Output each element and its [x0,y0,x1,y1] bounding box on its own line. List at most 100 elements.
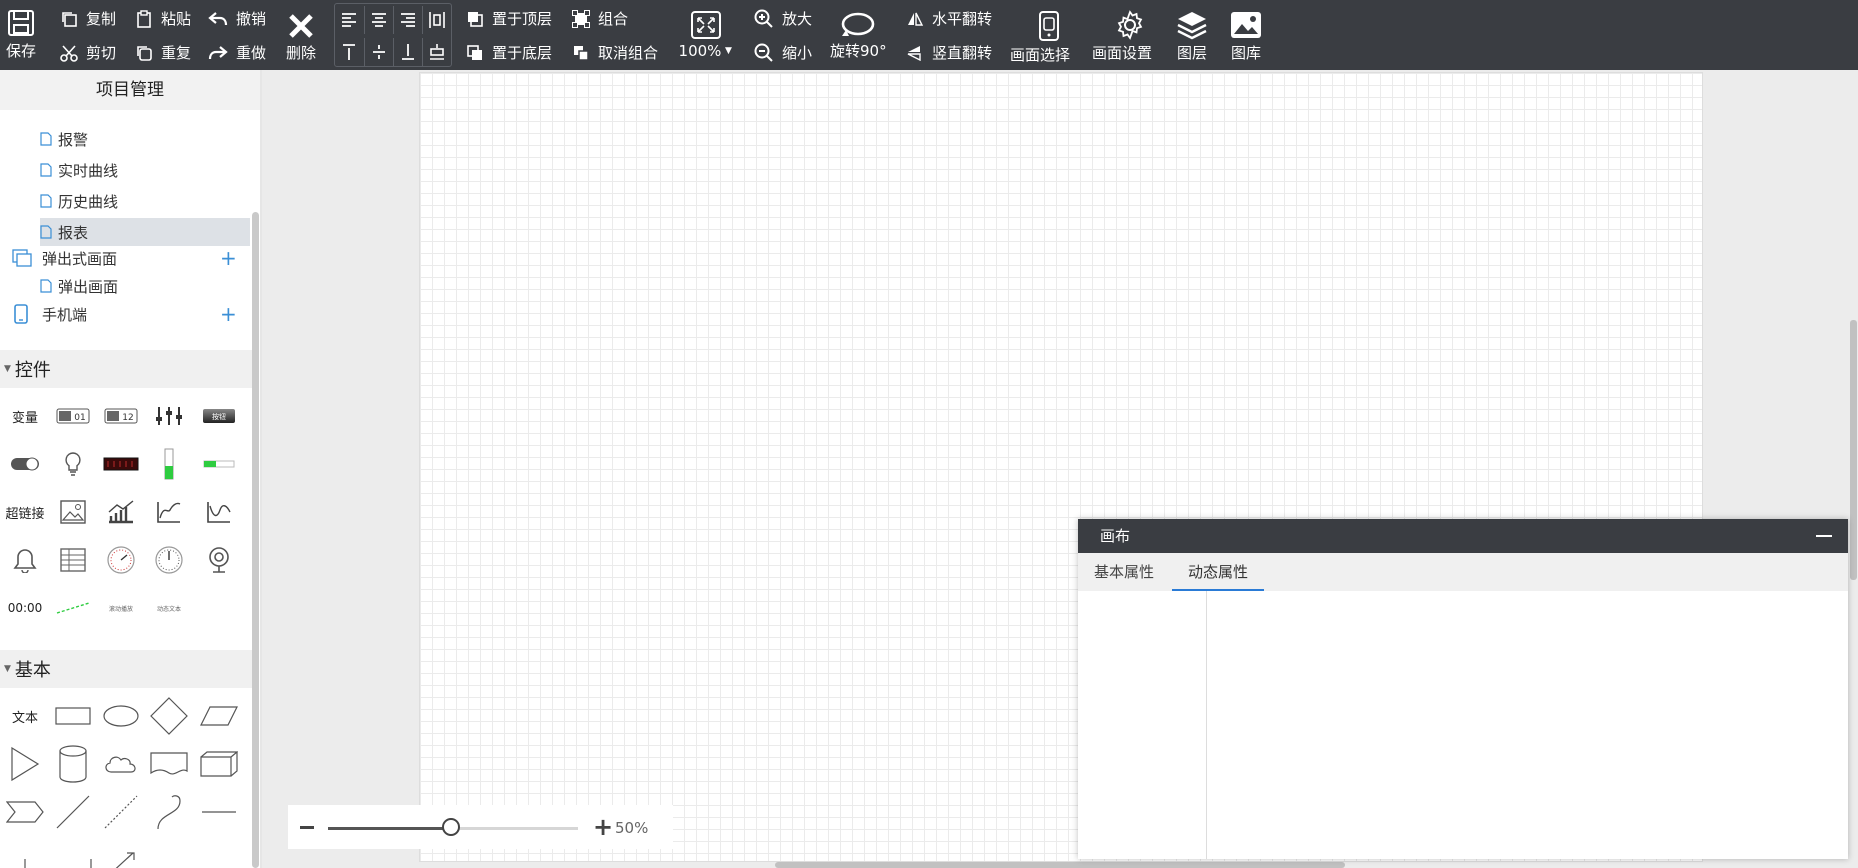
paste-button[interactable]: 粘贴 [135,8,191,29]
bar-chart-control[interactable] [98,490,144,534]
rectangle-shape[interactable] [50,694,96,738]
delete-button[interactable]: 删除 [286,12,316,63]
tree-item-alarm[interactable]: 报警 [40,125,250,153]
distribute-horizontal-button[interactable] [422,6,450,34]
curve-shape[interactable] [146,790,192,834]
slider-control[interactable] [146,394,192,438]
zoom-slider-handle[interactable] [442,818,460,836]
cloud-shape[interactable] [98,742,144,786]
cube-shape[interactable] [196,742,242,786]
tab-dynamic-properties[interactable]: 动态属性 [1172,553,1265,591]
basic-section-header[interactable]: ▼ 基本 [0,650,252,688]
cylinder-shape[interactable] [50,742,96,786]
rotate-button[interactable]: 旋转90° [830,10,887,61]
horizontal-bar-control[interactable] [196,442,242,486]
vertical-line-shape[interactable] [2,838,48,868]
horizontal-line-shape[interactable] [196,790,242,834]
tree-item-report[interactable]: 报表 [40,218,250,246]
toolbar: 保存 复制 剪切 粘贴 重复 撤销 重做 删除 置于顶层 置于底层 组合 取消组… [0,0,1858,70]
triangle-shape[interactable] [2,742,48,786]
flip-vertical-button[interactable]: 竖直翻转 [906,42,992,63]
save-button[interactable]: 保存 [6,8,36,61]
tree-item-history-curve[interactable]: 历史曲线 [40,187,250,215]
tree-item-popup-screen[interactable]: 弹出画面 [40,272,250,300]
add-mobile-screen-button[interactable]: + [220,304,237,324]
align-top-button[interactable] [335,38,363,66]
variable-control[interactable]: 变量 [2,394,48,438]
diamond-shape[interactable] [146,694,192,738]
align-left-button[interactable] [335,6,363,34]
zoom-in-button[interactable]: 放大 [754,8,812,29]
indicator-light-control[interactable] [50,442,96,486]
alarm-control[interactable] [2,538,48,582]
screen-settings-button[interactable]: 画面设置 [1092,10,1152,63]
dial-control[interactable] [146,538,192,582]
dotted-line-shape[interactable] [98,790,144,834]
distribute-vertical-button[interactable] [422,38,450,66]
vertical-scrollbar[interactable] [1850,320,1857,580]
align-right-button[interactable] [393,6,421,34]
align-middle-button[interactable] [364,38,392,66]
delete-label: 删除 [286,44,317,62]
arrow-shape[interactable] [98,838,144,868]
parallelogram-shape[interactable] [196,694,242,738]
chevron-shape[interactable] [2,790,48,834]
zoom-fit-button[interactable]: 100% [678,10,722,60]
add-popup-screen-button[interactable]: + [220,248,237,268]
layers-button[interactable]: 图层 [1176,10,1208,63]
bring-to-top-button[interactable]: 置于顶层 [466,8,552,29]
repeat-button[interactable]: 重复 [135,42,191,63]
align-center-button[interactable] [364,6,392,34]
align-bottom-button[interactable] [393,38,421,66]
tree-item-popup-screens[interactable]: 弹出式画面 [12,244,250,272]
undo-button[interactable]: 撤销 [208,8,266,29]
horizontal-scrollbar[interactable] [775,862,1345,868]
toggle-switch-control[interactable] [2,442,48,486]
gauge-control[interactable] [98,538,144,582]
numeric-input-control[interactable]: 12 [98,394,144,438]
redo-button[interactable]: 重做 [208,42,266,63]
tree-item-realtime-curve[interactable]: 实时曲线 [40,156,250,184]
lightbulb-icon [65,452,81,476]
text-shape[interactable]: 文本 [2,694,48,738]
table-control[interactable] [50,538,96,582]
led-display-control[interactable] [98,442,144,486]
image-control[interactable] [50,490,96,534]
ungroup-button[interactable]: 取消组合 [572,42,658,63]
ellipse-shape[interactable] [98,694,144,738]
pipe-flow-control[interactable] [50,586,96,630]
line-shape[interactable] [50,790,96,834]
scroll-text-control[interactable]: 滚动播放 [98,586,144,630]
tree-item-label: 弹出式画面 [42,249,118,268]
flip-horizontal-button[interactable]: 水平翻转 [906,8,992,29]
vertical-bar-control[interactable] [146,442,192,486]
tree-item-mobile[interactable]: 手机端 [14,300,250,328]
document-shape[interactable] [146,742,192,786]
group-button[interactable]: 组合 [572,8,628,29]
dynamic-text-control[interactable]: 动态文本 [146,586,192,630]
realtime-curve-control[interactable] [146,490,192,534]
copy-button[interactable]: 复制 [60,8,116,29]
hyperlink-control[interactable]: 超链接 [2,490,48,534]
controls-section-header[interactable]: ▼ 控件 [0,350,252,388]
collapse-icon: ▼ [4,664,11,674]
history-curve-control[interactable] [196,490,242,534]
flip-vertical-label: 竖直翻转 [932,44,993,62]
screen-select-button[interactable]: 画面选择 [1010,10,1070,65]
numeric-display-control[interactable]: 01 [50,394,96,438]
time-control[interactable]: 00:00 [2,586,48,630]
zoom-out-button[interactable]: 缩小 [754,42,812,63]
zoom-dropdown-icon[interactable]: ▼ [725,46,732,56]
minimize-icon[interactable] [1816,535,1832,537]
gallery-button[interactable]: 图库 [1230,10,1262,63]
gauge-icon [107,546,135,574]
zoom-minus-button[interactable] [300,826,314,829]
send-to-bottom-button[interactable]: 置于底层 [466,42,552,63]
palette-scrollbar[interactable] [252,352,259,868]
button-control[interactable]: 按钮 [196,394,242,438]
cut-button[interactable]: 剪切 [60,42,116,63]
zoom-plus-button[interactable]: + [593,815,613,839]
tab-basic-properties[interactable]: 基本属性 [1078,553,1170,591]
camera-control[interactable] [196,538,242,582]
mobile-phone-icon [14,304,28,324]
